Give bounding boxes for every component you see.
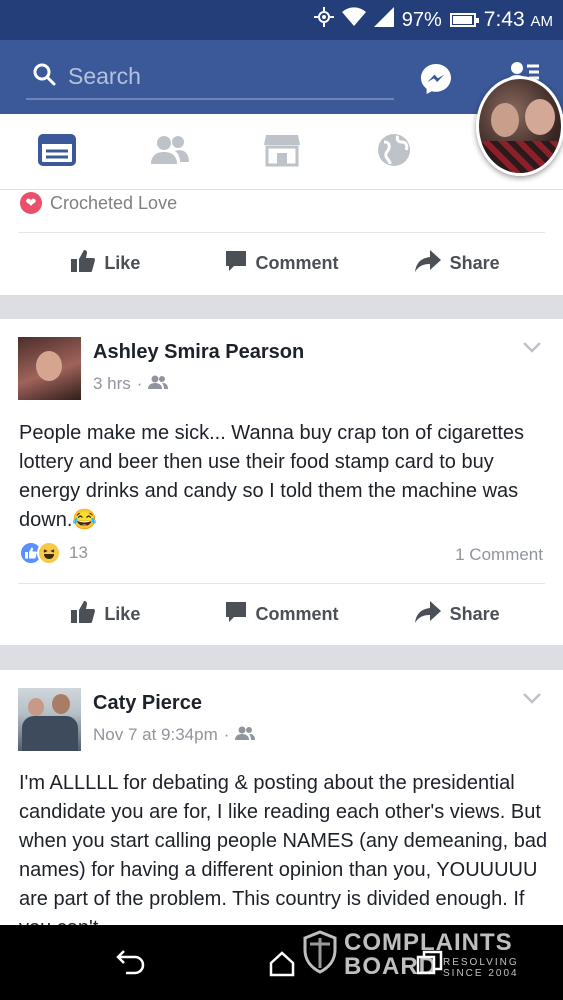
reaction-count: 13 <box>69 543 88 562</box>
search-icon <box>26 62 56 91</box>
clock: 7:43 AM <box>484 8 553 32</box>
share-label: Share <box>449 604 500 624</box>
watermark-line1: COMPLAINTS <box>344 928 513 956</box>
friends-audience-icon <box>235 725 256 745</box>
comment-button[interactable]: Comment <box>194 584 370 645</box>
comment-button[interactable]: Comment <box>194 233 370 294</box>
comment-count[interactable]: 1 Comment <box>455 545 543 565</box>
battery-icon <box>449 13 479 27</box>
comment-label: Comment <box>255 604 339 624</box>
page-tag[interactable]: ❤ Crocheted Love <box>20 192 177 214</box>
author-name[interactable]: Caty Pierce <box>93 692 255 715</box>
comment-icon <box>225 601 247 628</box>
post-meta: Nov 7 at 9:34pm · <box>93 725 256 745</box>
post-text: People make me sick... Wanna buy crap to… <box>19 422 525 531</box>
like-button[interactable]: Like <box>18 233 194 294</box>
search-input[interactable] <box>68 62 368 90</box>
globe-icon <box>376 132 412 173</box>
friends-icon <box>151 134 189 171</box>
chat-head-avatar[interactable] <box>476 76 563 176</box>
top-app-bar <box>0 40 563 114</box>
battery-percent: 97% <box>401 8 442 31</box>
tab-news-feed[interactable] <box>37 133 77 171</box>
feed-divider <box>0 295 563 319</box>
like-label: Like <box>104 253 141 273</box>
friends-audience-icon <box>148 374 169 394</box>
like-label: Like <box>104 604 141 624</box>
signal-icon <box>373 7 394 33</box>
feed-divider <box>0 645 563 670</box>
post-time[interactable]: Nov 7 at 9:34pm <box>93 725 218 745</box>
share-label: Share <box>449 253 500 273</box>
watermark-logo: COMPLAINTS BOARD RESOLVING SINCE 2004 <box>302 930 519 979</box>
gps-icon <box>313 7 334 33</box>
post-text: I'm ALLLLL for debating & posting about … <box>19 772 548 925</box>
haha-reaction-icon <box>37 541 61 565</box>
like-button[interactable]: Like <box>18 584 194 645</box>
watermark-sub2: SINCE 2004 <box>443 967 519 979</box>
status-bar: 97% 7:43 AM <box>0 0 563 40</box>
tab-notifications[interactable] <box>374 132 414 173</box>
page-name: Crocheted Love <box>50 192 178 213</box>
author-name[interactable]: Ashley Smira Pearson <box>93 341 304 364</box>
post-meta: 3 hrs · <box>93 374 304 394</box>
wifi-icon <box>341 7 366 33</box>
post-time[interactable]: 3 hrs <box>93 374 131 394</box>
watermark-line2: BOARD <box>344 952 437 980</box>
post-header: Caty Pierce Nov 7 at 9:34pm · <box>18 688 256 751</box>
chevron-down-icon[interactable] <box>523 340 541 358</box>
thumbs-up-icon <box>71 250 96 277</box>
dot-separator: · <box>136 374 143 393</box>
share-button[interactable]: Share <box>369 584 545 645</box>
heart-icon: ❤ <box>20 192 42 214</box>
back-icon[interactable] <box>116 947 146 980</box>
comment-label: Comment <box>255 253 339 273</box>
home-icon[interactable] <box>268 951 296 982</box>
share-icon <box>414 250 441 277</box>
messenger-icon[interactable] <box>419 62 453 94</box>
share-icon <box>414 601 441 628</box>
marketplace-icon <box>263 133 301 172</box>
avatar[interactable] <box>18 688 81 751</box>
dot-separator: · <box>223 725 230 744</box>
watermark-sub1: RESOLVING <box>443 956 519 968</box>
search-bar[interactable] <box>26 54 394 100</box>
clock-time: 7:43 <box>483 8 525 31</box>
post-actions: Like Comment Share <box>18 583 545 645</box>
chevron-down-icon[interactable] <box>523 691 541 709</box>
previous-post-actions: Like Comment Share <box>18 232 545 294</box>
post-header: Ashley Smira Pearson 3 hrs · <box>18 337 304 400</box>
tab-friends[interactable] <box>150 134 190 170</box>
news-feed-icon <box>38 133 76 171</box>
clock-ampm: AM <box>530 13 554 30</box>
avatar[interactable] <box>18 337 81 400</box>
shield-icon <box>302 930 338 979</box>
comment-icon <box>225 250 247 277</box>
tab-marketplace[interactable] <box>262 134 302 170</box>
share-button[interactable]: Share <box>369 233 545 294</box>
reactions-summary[interactable]: 13 <box>19 541 88 565</box>
thumbs-up-icon <box>71 601 96 628</box>
